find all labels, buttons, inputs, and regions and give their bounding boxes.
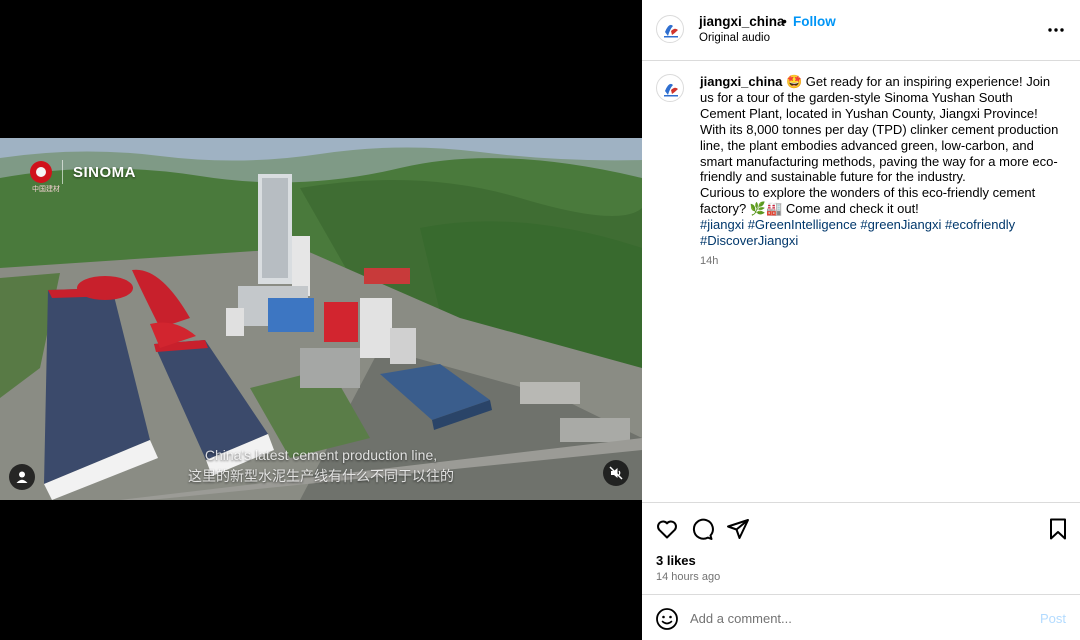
- comment-icon[interactable]: [690, 517, 714, 541]
- sinoma-logo-mark: [30, 161, 52, 183]
- video-player[interactable]: SINOMA 中国建材 China's latest cement produc…: [0, 138, 642, 500]
- emoji-icon[interactable]: [655, 607, 679, 631]
- tagged-users-button[interactable]: [9, 464, 35, 490]
- likes-count[interactable]: 3 likes: [656, 553, 696, 568]
- post-comment-button[interactable]: Post: [1040, 611, 1066, 626]
- caption-body-3: Curious to explore the wonders of this e…: [700, 185, 1036, 217]
- post-time-ago[interactable]: 14 hours ago: [656, 571, 720, 583]
- sinoma-logo-text: SINOMA: [73, 163, 136, 181]
- caption-username[interactable]: jiangxi_china: [700, 74, 782, 89]
- original-audio-link[interactable]: Original audio: [699, 32, 770, 44]
- caption-avatar[interactable]: [656, 74, 684, 102]
- follow-button[interactable]: Follow: [793, 14, 836, 29]
- share-icon[interactable]: [726, 517, 750, 541]
- user-tag-icon: [16, 471, 28, 483]
- video-caption-english: China's latest cement production line,: [204, 447, 438, 463]
- video-caption-chinese: 这里的新型水泥生产线有什么不同于以往的: [188, 468, 454, 484]
- post-actions: 3 likes 14 hours ago: [642, 502, 1080, 602]
- header-username[interactable]: jiangxi_china: [699, 14, 785, 29]
- bookmark-icon[interactable]: [1046, 517, 1070, 541]
- caption-timestamp[interactable]: 14h: [700, 255, 718, 267]
- post-header: jiangxi_china • Follow Original audio: [642, 0, 1080, 61]
- caption-hashtags[interactable]: #jiangxi #GreenIntelligence #greenJiangx…: [700, 217, 1015, 248]
- comment-input[interactable]: [690, 605, 1020, 631]
- media-viewer: SINOMA 中国建材 China's latest cement produc…: [0, 0, 642, 640]
- speaker-muted-icon: [609, 466, 623, 480]
- mute-toggle-button[interactable]: [603, 460, 629, 486]
- header-separator: •: [782, 13, 787, 29]
- sinoma-logo-subtext: 中国建材: [32, 186, 60, 193]
- comment-bar: Post: [642, 594, 1080, 640]
- jiangxi-logo-icon: [664, 24, 678, 38]
- factory-aerial-scene: [0, 138, 642, 500]
- heart-icon[interactable]: [655, 517, 679, 541]
- more-options-icon[interactable]: [1046, 20, 1066, 40]
- profile-avatar[interactable]: [656, 15, 684, 43]
- post-caption: jiangxi_china 🤩 Get ready for an inspiri…: [700, 74, 1060, 249]
- jiangxi-logo-icon: [664, 83, 678, 97]
- post-panel: jiangxi_china • Follow Original audio ji…: [642, 0, 1080, 640]
- sinoma-logo: SINOMA: [30, 160, 136, 184]
- caption-body-2: With its 8,000 tonnes per day (TPD) clin…: [700, 121, 1059, 185]
